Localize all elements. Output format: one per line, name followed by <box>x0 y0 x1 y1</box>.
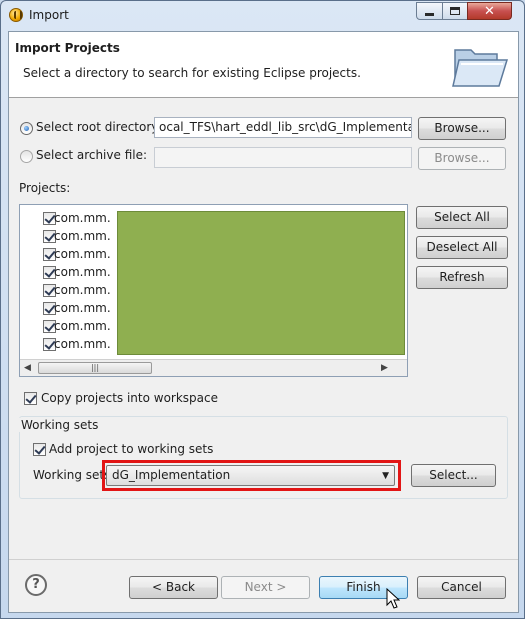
maximize-button[interactable] <box>442 2 468 20</box>
project-name: com.mm. <box>54 337 111 351</box>
highlight-box <box>102 460 401 491</box>
scroll-right-icon[interactable]: ▶ <box>381 363 388 373</box>
title-bar[interactable]: Import ✕ <box>1 1 524 31</box>
project-name: com.mm. <box>54 301 111 315</box>
archive-file-label: Select archive file: <box>36 148 148 162</box>
browse-root-button[interactable]: Browse... <box>418 117 506 140</box>
next-button[interactable]: Next > <box>221 576 310 599</box>
select-all-button[interactable]: Select All <box>416 206 508 229</box>
mouse-cursor-icon <box>386 588 400 609</box>
browse-archive-button[interactable]: Browse... <box>418 147 506 170</box>
project-name: com.mm. <box>54 247 111 261</box>
wizard-banner: Import Projects Select a directory to se… <box>9 32 518 98</box>
help-icon[interactable]: ? <box>25 574 47 596</box>
root-directory-label: Select root directory: <box>36 120 162 134</box>
select-working-sets-button[interactable]: Select... <box>411 464 496 487</box>
working-sets-group-label: Working sets <box>19 418 101 432</box>
copy-projects-label: Copy projects into workspace <box>41 391 219 405</box>
scroll-left-icon[interactable]: ◀ <box>24 363 31 373</box>
banner-description: Select a directory to search for existin… <box>23 66 361 80</box>
projects-label: Projects: <box>19 181 71 195</box>
close-icon: ✕ <box>484 3 495 19</box>
horizontal-scrollbar[interactable]: ◀ ||| ▶ <box>20 359 407 376</box>
import-dialog: Import ✕ Import Projects Select a direct… <box>0 0 525 619</box>
archive-file-input[interactable] <box>154 147 412 168</box>
minimize-icon <box>425 12 434 16</box>
projects-list[interactable]: com.mm. com.mm. com.mm. com.mm. com.mm. … <box>19 204 408 377</box>
deselect-all-button[interactable]: Deselect All <box>416 236 508 259</box>
close-button[interactable]: ✕ <box>467 2 512 20</box>
folder-icon <box>452 49 509 87</box>
root-directory-input[interactable]: ocal_TFS\hart_eddl_lib_src\dG_Implementa… <box>154 117 412 138</box>
scrollbar-thumb[interactable]: ||| <box>38 362 152 374</box>
minimize-button[interactable] <box>416 2 443 20</box>
copy-projects-checkbox[interactable] <box>24 392 37 405</box>
footer-separator <box>9 559 518 560</box>
redacted-region <box>117 211 405 355</box>
back-button[interactable]: < Back <box>129 576 218 599</box>
project-name: com.mm. <box>54 211 111 225</box>
eclipse-app-icon <box>9 8 23 22</box>
dialog-body: Import Projects Select a directory to se… <box>8 31 519 613</box>
archive-file-radio[interactable] <box>20 150 33 163</box>
cancel-button[interactable]: Cancel <box>417 576 506 599</box>
refresh-button[interactable]: Refresh <box>416 266 508 289</box>
banner-title: Import Projects <box>15 41 120 55</box>
project-name: com.mm. <box>54 265 111 279</box>
window-title: Import <box>29 8 69 22</box>
add-to-working-sets-checkbox[interactable] <box>33 443 46 456</box>
project-name: com.mm. <box>54 319 111 333</box>
project-name: com.mm. <box>54 283 111 297</box>
project-name: com.mm. <box>54 229 111 243</box>
maximize-icon <box>450 7 460 15</box>
root-directory-radio[interactable] <box>20 122 33 135</box>
add-to-working-sets-label: Add project to working sets <box>49 442 214 456</box>
